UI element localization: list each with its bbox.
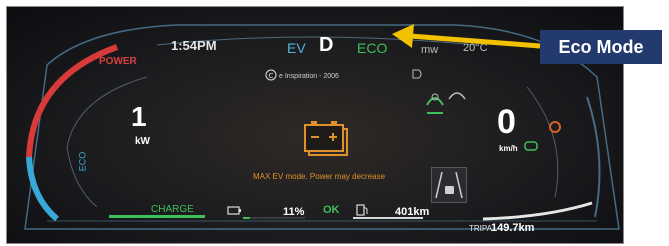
- eco-mode-callout: Eco Mode: [540, 30, 662, 64]
